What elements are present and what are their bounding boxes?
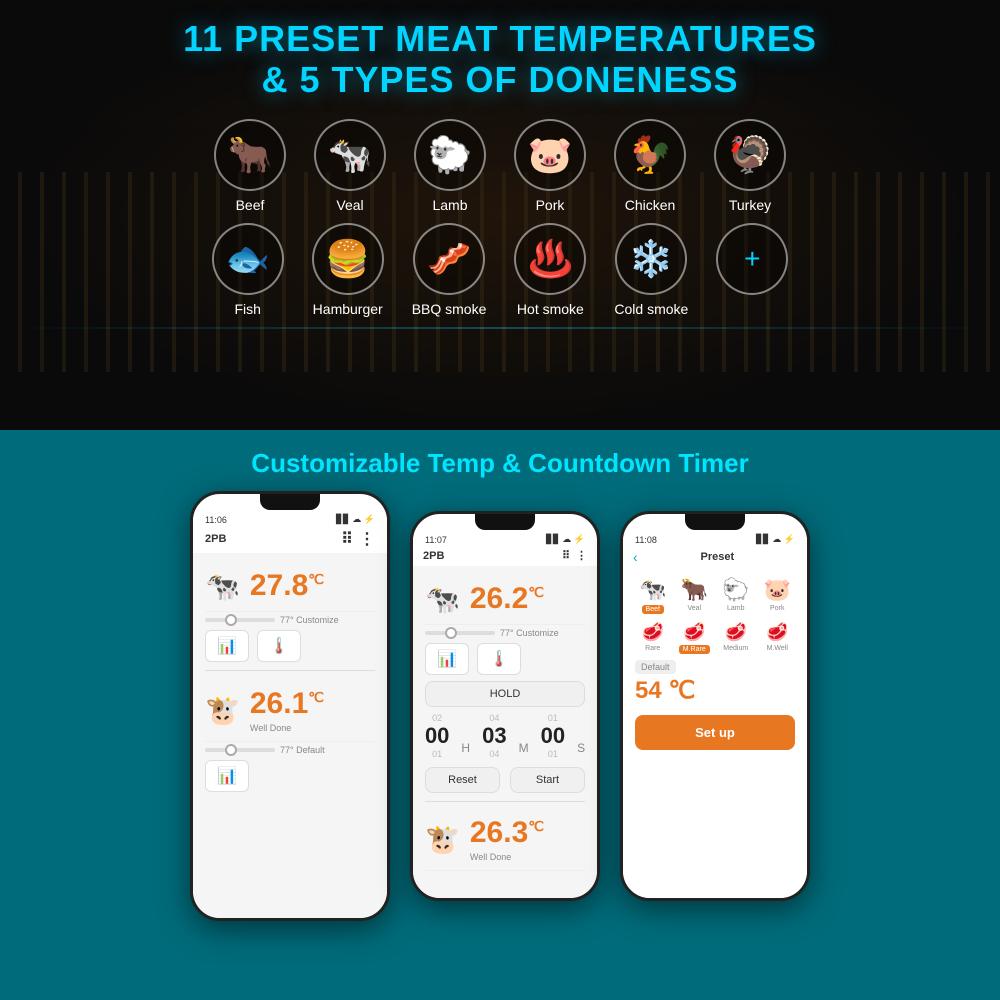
timer-minutes-col: 04 03 04 [482,713,506,759]
meat-custom[interactable]: + [716,223,788,317]
timer-seconds: 00 [541,723,565,749]
doneness-rare[interactable]: 🥩 Rare [635,622,671,654]
meat-chicken[interactable]: 🐓 Chicken [614,119,686,213]
preset-pork[interactable]: 🐷 Pork [760,577,796,614]
timer-minutes: 03 [482,723,506,749]
hold-button[interactable]: HOLD [425,681,585,707]
meat-row-2: 🐟 Fish 🍔 Hamburger 🥓 BBQ smoke ♨️ Hot sm… [212,223,789,317]
hamburger-icon: 🍔 [312,223,384,295]
phones-row: 11:06 ▊▊ ☁ ⚡ 2PB ⠿ ⋮ 🐄 27.8℃ [160,491,840,921]
phone-1-status-bar: 11:06 ▊▊ ☁ ⚡ [193,510,387,525]
meat-pork[interactable]: 🐷 Pork [514,119,586,213]
custom-plus-icon: + [716,223,788,295]
preset-veal[interactable]: 🐂 Veal [677,577,713,614]
preset-beef[interactable]: 🐄 Beef [635,577,671,614]
phone-2: 11:07 ▊▊ ☁ ⚡ 2PB ⠿ ⋮ 🐄 26.2℃ [410,511,600,901]
probe-1-temp-btn[interactable]: 🌡️ [257,630,301,662]
meat-beef[interactable]: 🐂 Beef [214,119,286,213]
doneness-medium-rare[interactable]: 🥩 M.Rare [677,622,713,654]
probe-1-reading: 🐄 27.8℃ [205,561,375,612]
main-title: 11 PRESET MEAT TEMPERATURES & 5 TYPES OF… [183,18,817,101]
meat-hamburger[interactable]: 🍔 Hamburger [312,223,384,317]
probe-1-temp: 27.8℃ [250,569,324,603]
timer-action-row: Reset Start [425,767,585,793]
meat-turkey[interactable]: 🦃 Turkey [714,119,786,213]
phone-1-content: 🐄 27.8℃ 77° Customize 📊 🌡️ [193,553,387,921]
preset-doneness-grid: 🥩 Rare 🥩 M.Rare 🥩 Medium 🥩 M.Well [635,622,795,654]
setup-button[interactable]: Set up [635,715,795,750]
phone-1: 11:06 ▊▊ ☁ ⚡ 2PB ⠿ ⋮ 🐄 27.8℃ [190,491,390,921]
reset-button[interactable]: Reset [425,767,500,793]
title-area: 11 PRESET MEAT TEMPERATURES & 5 TYPES OF… [183,0,817,101]
probe-2-controls: 📊 [205,760,375,792]
phone2-probe-temp: 26.2℃ [470,582,544,616]
probe-2-slider[interactable]: 77° Default [205,745,375,755]
phone-3-status-bar: 11:08 ▊▊ ☁ ⚡ [623,530,807,545]
phone2-chart-btn[interactable]: 📊 [425,643,469,675]
phone-1-notch [260,494,320,510]
meat-fish[interactable]: 🐟 Fish [212,223,284,317]
probe-2-temp: 26.1℃ [250,687,324,721]
meat-icons-grid: 🐂 Beef 🐄 Veal 🐑 Lamb 🐷 Pork 🐓 Chicken 🦃 [212,119,789,317]
probe-1-controls: 📊 🌡️ [205,630,375,662]
meat-lamb[interactable]: 🐑 Lamb [414,119,486,213]
timer-hours: 00 [425,723,449,749]
timer-row: 02 00 01 H 04 03 04 M 01 00 01 [425,713,585,759]
bottom-section: Customizable Temp & Countdown Timer 11:0… [0,430,1000,1000]
preset-temperature: 54 ℃ [635,676,795,705]
phone2-probe3-temp: 26.3℃ [470,816,544,850]
beef-icon: 🐂 [214,119,286,191]
pork-icon: 🐷 [514,119,586,191]
phone2-slider[interactable]: 77° Customize [425,628,585,638]
meat-row-1: 🐂 Beef 🐄 Veal 🐑 Lamb 🐷 Pork 🐓 Chicken 🦃 [214,119,786,213]
probe-2-chart-btn[interactable]: 📊 [205,760,249,792]
probe-1-slider[interactable]: 77° Customize [205,615,375,625]
phone2-temp-btn[interactable]: 🌡️ [477,643,521,675]
meat-cold-smoke[interactable]: ❄️ Cold smoke [614,223,688,317]
phone-2-content: 🐄 26.2℃ 77° Customize 📊 🌡️ HOLD [413,566,597,900]
top-section: 11 PRESET MEAT TEMPERATURES & 5 TYPES OF… [0,0,1000,430]
phone2-probe-animal: 🐄 [425,583,460,616]
probe-1-chart-btn[interactable]: 📊 [205,630,249,662]
phone2-probe3-reading: 🐮 26.3℃ Well Done [425,808,585,871]
bbq-smoke-icon: 🥓 [413,223,485,295]
probe-2-animal-icon: 🐮 [205,694,240,727]
phone-3-content: 🐄 Beef 🐂 Veal 🐑 Lamb 🐷 Pork [623,569,807,901]
phone2-probe3-animal: 🐮 [425,823,460,856]
phone-3-notch [685,514,745,530]
timer-hours-col: 02 00 01 [425,713,449,759]
probe-2-reading: 🐮 26.1℃ Well Done [205,679,375,742]
phone-2-status-bar: 11:07 ▊▊ ☁ ⚡ [413,530,597,545]
bottom-title: Customizable Temp & Countdown Timer [251,430,748,491]
preset-animals-grid: 🐄 Beef 🐂 Veal 🐑 Lamb 🐷 Pork [635,577,795,614]
meat-bbq-smoke[interactable]: 🥓 BBQ smoke [412,223,487,317]
phone-3: 11:08 ▊▊ ☁ ⚡ ‹ Preset 🐄 Beef 🐂 Veal [620,511,810,901]
turkey-icon: 🦃 [714,119,786,191]
fish-icon: 🐟 [212,223,284,295]
phone-2-notch [475,514,535,530]
phone2-probe-controls: 📊 🌡️ [425,643,585,675]
lamb-icon: 🐑 [414,119,486,191]
meat-veal[interactable]: 🐄 Veal [314,119,386,213]
doneness-medium[interactable]: 🥩 Medium [718,622,754,654]
probe-1-animal-icon: 🐄 [205,570,240,603]
preset-lamb[interactable]: 🐑 Lamb [718,577,754,614]
chicken-icon: 🐓 [614,119,686,191]
preset-default-label: Default [635,662,795,672]
phone2-probe-reading: 🐄 26.2℃ [425,574,585,625]
timer-seconds-col: 01 00 01 [541,713,565,759]
doneness-medium-well[interactable]: 🥩 M.Well [760,622,796,654]
cold-smoke-icon: ❄️ [615,223,687,295]
meat-hot-smoke[interactable]: ♨️ Hot smoke [514,223,586,317]
veal-icon: 🐄 [314,119,386,191]
hot-smoke-icon: ♨️ [514,223,586,295]
start-button[interactable]: Start [510,767,585,793]
